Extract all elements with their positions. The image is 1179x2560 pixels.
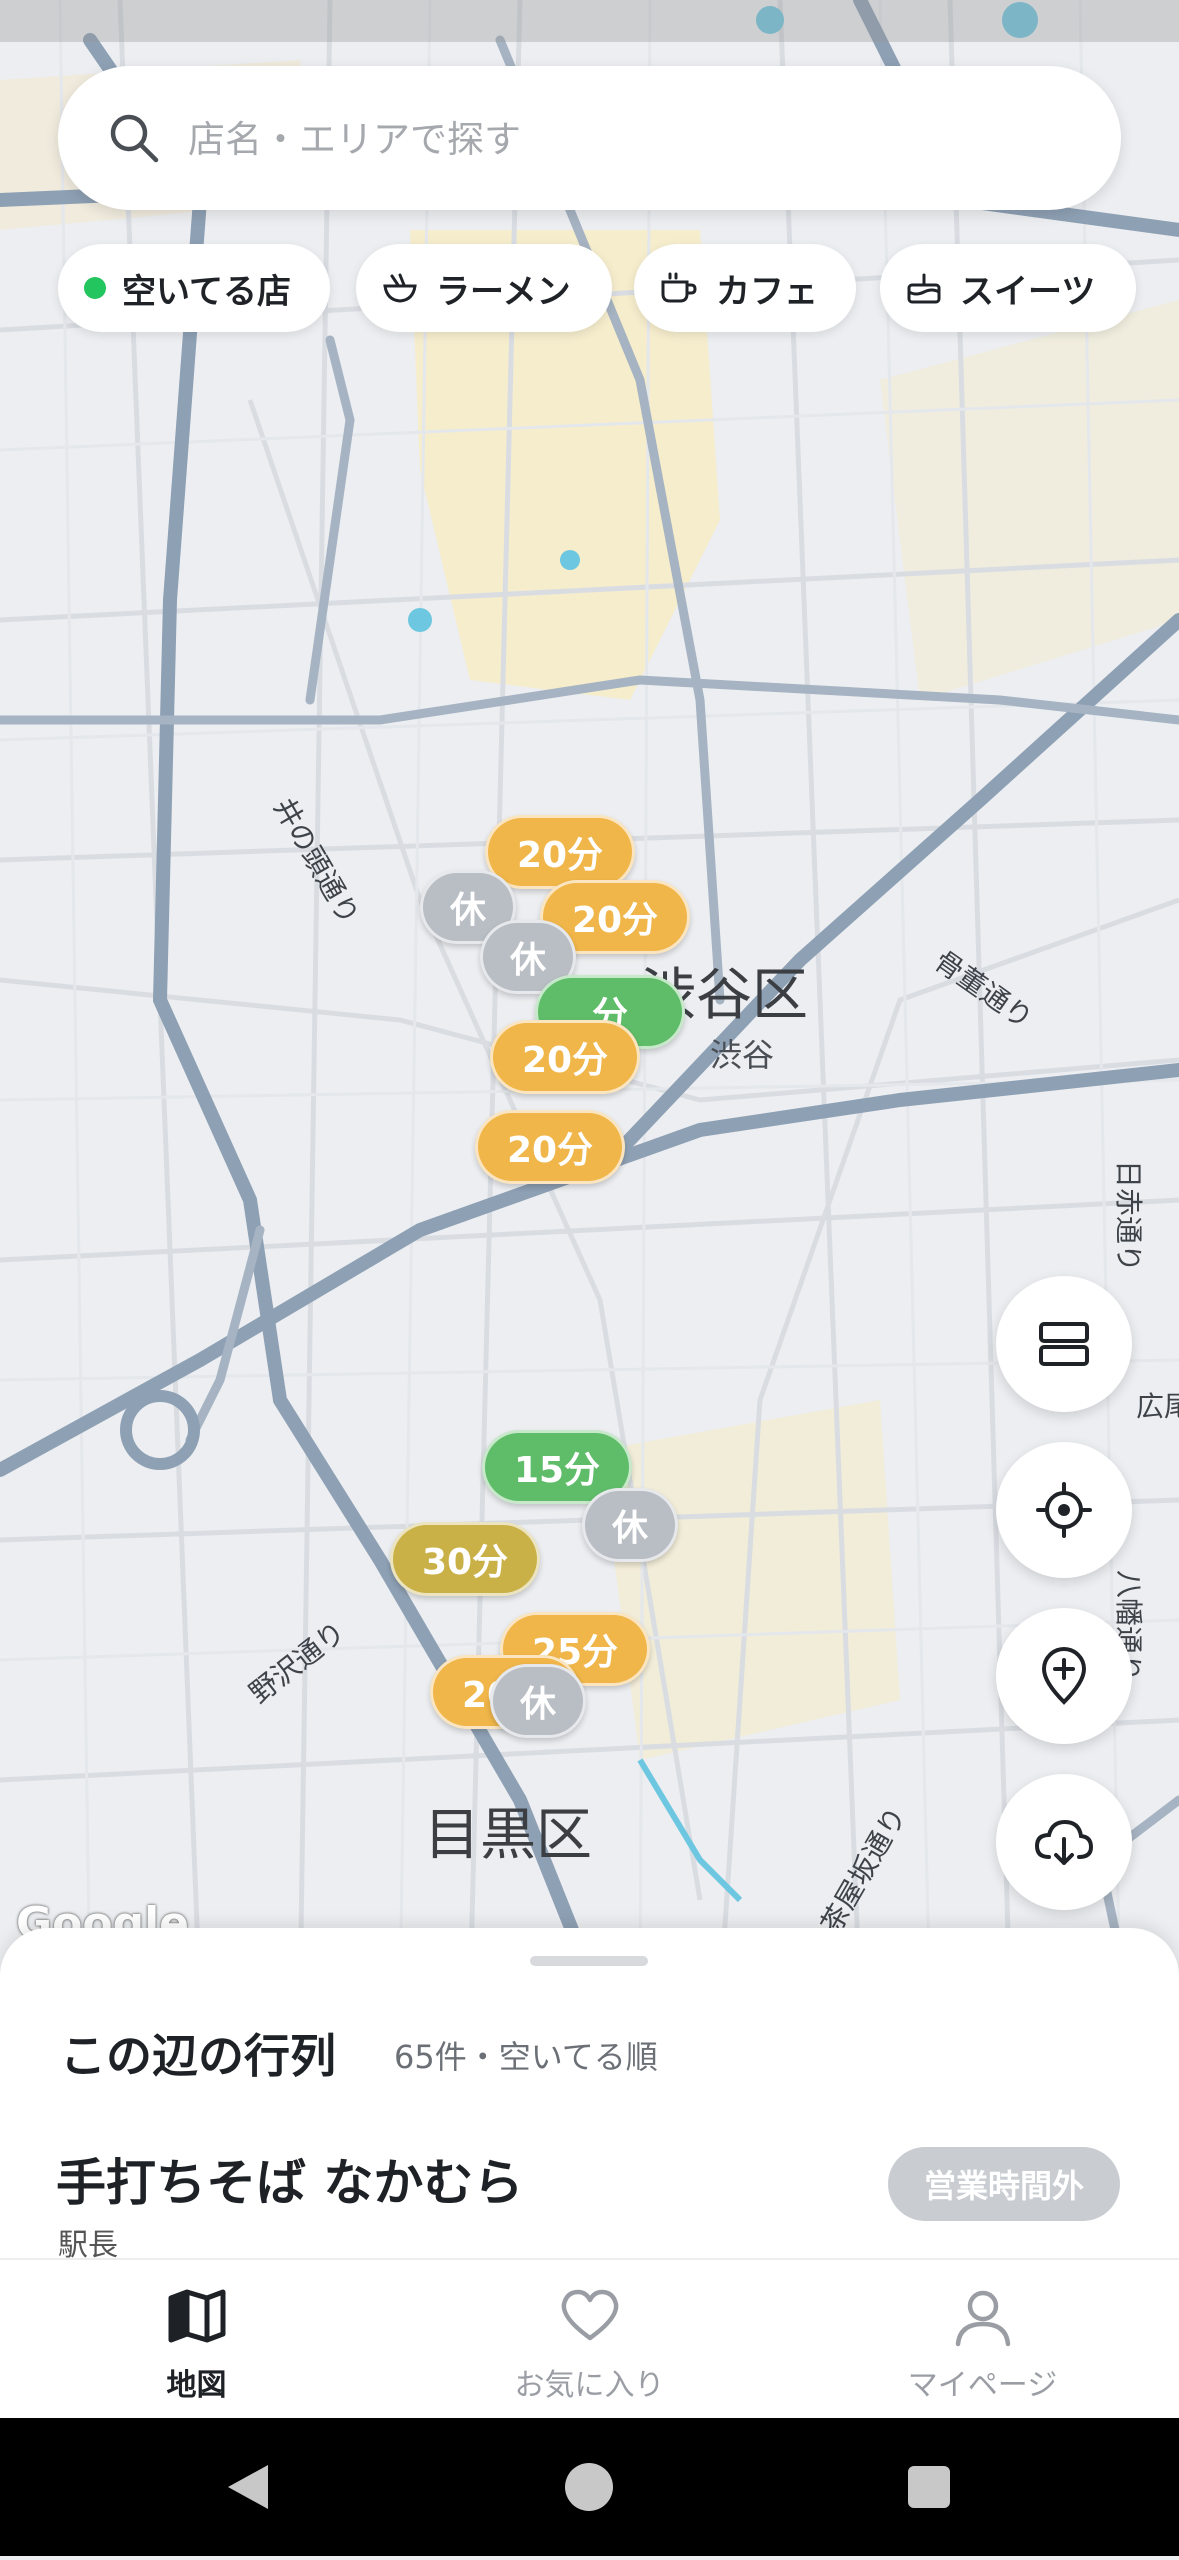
add-pin-icon xyxy=(1041,1647,1087,1705)
tab-label: マイページ xyxy=(907,2368,1058,2403)
search-icon xyxy=(110,114,159,163)
map-label-ward: 目黒区 xyxy=(424,1803,592,1868)
my-location-icon xyxy=(1036,1482,1092,1538)
map-label-station: 渋谷 xyxy=(710,1036,775,1074)
list-view-icon xyxy=(1039,1322,1089,1366)
map-label-road: 日赤通り xyxy=(1112,1160,1145,1273)
result-count: 65件・空いてる順 xyxy=(394,2038,658,2076)
my-location-button[interactable] xyxy=(996,1442,1132,1578)
filter-chip-vacant[interactable]: 空いてる店 xyxy=(58,244,330,332)
tab-label: お気に入り xyxy=(514,2368,665,2403)
map-pin[interactable]: 20分 xyxy=(475,1110,625,1184)
map-pin[interactable]: 休 xyxy=(582,1488,678,1562)
tab-mypage[interactable]: マイページ xyxy=(786,2260,1179,2420)
recents-icon[interactable] xyxy=(908,2466,950,2508)
tab-map[interactable]: 地図 xyxy=(0,2260,393,2420)
status-badge: 営業時間外 xyxy=(888,2147,1120,2221)
list-view-button[interactable] xyxy=(996,1276,1132,1412)
filter-chip-ramen[interactable]: ラーメン xyxy=(356,244,612,332)
filter-chip-label: カフェ xyxy=(716,271,818,312)
map-pin[interactable]: 20分 xyxy=(490,1020,640,1094)
results-sheet[interactable]: この辺の行列 65件・空いてる順 手打ちそば なかむら 駅長 営業時間外 xyxy=(0,1928,1179,2258)
sheet-title: この辺の行列 xyxy=(60,2029,336,2083)
map-label-road: 広尾 xyxy=(1136,1390,1179,1423)
system-nav-bar xyxy=(0,2418,1179,2556)
shop-name[interactable]: 手打ちそば なかむら xyxy=(56,2143,523,2215)
filter-chip-sweets[interactable]: スイーツ xyxy=(880,244,1136,332)
filter-chip-label: ラーメン xyxy=(436,271,571,312)
tab-bar: 地図 お気に入り マイページ xyxy=(0,2258,1179,2420)
ramen-bowl-icon xyxy=(383,273,417,303)
filter-chip-label: 空いてる店 xyxy=(122,271,291,312)
status-bar xyxy=(0,0,1179,42)
map-pin[interactable]: 休 xyxy=(490,1664,586,1738)
shop-subtitle: 駅長 xyxy=(58,2228,118,2258)
user-icon xyxy=(955,2290,1010,2347)
search-bar[interactable] xyxy=(58,66,1121,210)
download-map-button[interactable] xyxy=(996,1774,1132,1910)
tab-label: 地図 xyxy=(166,2368,227,2403)
cake-icon xyxy=(907,273,941,304)
map-pin[interactable]: 30分 xyxy=(390,1522,540,1596)
download-cloud-icon xyxy=(1034,1819,1094,1865)
sheet-grabber[interactable] xyxy=(530,1956,648,1966)
home-icon[interactable] xyxy=(565,2463,613,2511)
heart-icon xyxy=(561,2289,618,2341)
system-nav-buttons xyxy=(228,2463,950,2511)
filter-chip-label: スイーツ xyxy=(960,271,1096,312)
map-pin[interactable]: 20分 xyxy=(485,815,635,889)
tab-favorites[interactable]: お気に入り xyxy=(393,2260,786,2420)
coffee-cup-icon xyxy=(661,272,697,303)
green-dot-icon xyxy=(84,277,106,299)
back-icon[interactable] xyxy=(228,2465,268,2509)
search-input[interactable] xyxy=(186,102,1070,176)
map-icon xyxy=(168,2289,225,2343)
add-pin-button[interactable] xyxy=(996,1608,1132,1744)
filter-chip-cafe[interactable]: カフェ xyxy=(634,244,856,332)
